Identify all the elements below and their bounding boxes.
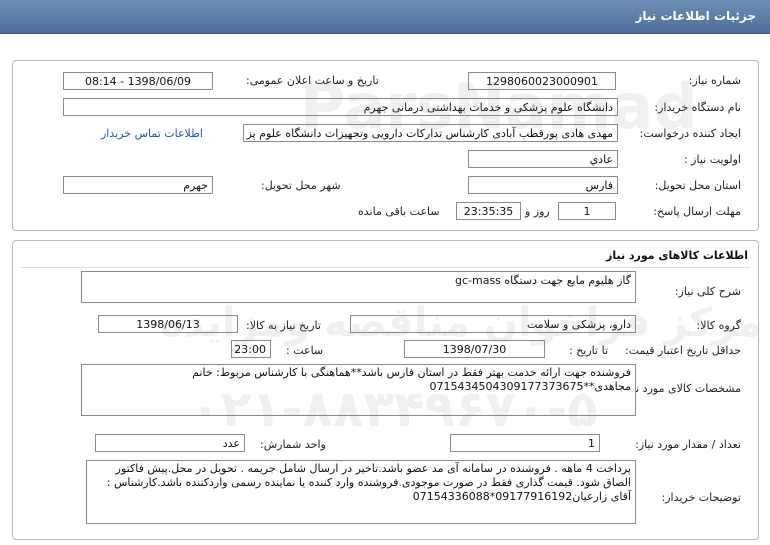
page-title: جزئیات اطلاعات نیاز (635, 9, 756, 23)
priority-field[interactable]: عادي (468, 150, 618, 168)
province-label: استان محل تحویل: (654, 179, 741, 192)
buyer-contact-link[interactable]: اطلاعات تماس خریدار (101, 127, 203, 140)
until-label: تا تاریخ : (569, 344, 608, 357)
title-bar: جزئیات اطلاعات نیاز (0, 0, 770, 34)
deadline-time-field[interactable]: 23:35:35 (456, 202, 521, 220)
desc-field[interactable]: گاز هلیوم مایع جهت دستگاه gc-mass (81, 271, 636, 303)
need-number-label: شماره نیاز: (688, 74, 741, 87)
announce-field[interactable]: 1398/06/09 - 08:14 (63, 72, 213, 90)
creator-label: ایجاد کننده درخواست: (639, 127, 741, 140)
validity-label: حداقل تاریخ اعتبار قیمت: (625, 344, 741, 357)
priority-label: اولویت نیاز : (683, 153, 741, 166)
notes-label: توضیحات خریدار: (661, 491, 742, 504)
need-date-label: تاریخ نیاز به کالا: (246, 319, 321, 332)
need-number-field[interactable]: 1298060023000901 (468, 72, 616, 90)
group-label: گروه کالا: (696, 319, 741, 332)
announce-label: تاریخ و ساعت اعلان عمومی: (246, 74, 379, 87)
city-label: شهر محل تحویل: (261, 179, 341, 192)
qty-label: تعداد / مقدار مورد نیاز: (635, 438, 741, 451)
desc-label: شرح کلی نیاز: (674, 285, 741, 298)
specs-field[interactable]: فروشنده جهت ارائه خدمت بهتر فقط در استان… (81, 364, 636, 416)
section-divider (21, 267, 750, 268)
buyer-label: نام دستگاه خریدار: (654, 101, 741, 114)
goods-panel: اطلاعات کالاهای مورد نیاز شرح کلی نیاز: … (12, 240, 759, 540)
days-and-label: روز و (525, 205, 550, 218)
notes-field[interactable]: پرداخت 4 ماهه . فروشنده در سامانه آی مد … (86, 460, 636, 524)
deadline-label: مهلت ارسال پاسخ: (653, 205, 741, 218)
need-date-field[interactable]: 1398/06/13 (98, 315, 238, 333)
province-field[interactable]: فارس (468, 176, 618, 194)
qty-field[interactable]: 1 (450, 434, 600, 452)
city-field[interactable]: جهرم (63, 176, 213, 194)
group-field[interactable]: دارو، پزشکی و سلامت (350, 315, 636, 333)
unit-label: واحد شمارش: (260, 438, 326, 451)
time-field[interactable]: 23:00 (231, 340, 271, 358)
time-label: ساعت : (286, 344, 324, 357)
need-info-panel: شماره نیاز: 1298060023000901 تاریخ و ساع… (12, 60, 759, 231)
unit-field[interactable]: عدد (95, 434, 245, 452)
specs-label: مشخصات کالای مورد نیاز: (620, 382, 741, 395)
goods-section-title: اطلاعات کالاهای مورد نیاز (606, 249, 748, 262)
creator-field[interactable]: مهدی هادی پورقطب آبادی کارشناس تدارکات د… (243, 124, 618, 142)
deadline-days-field[interactable]: 1 (558, 202, 616, 220)
until-date-field[interactable]: 1398/07/30 (404, 340, 545, 358)
remaining-label: ساعت باقی مانده (358, 205, 440, 218)
buyer-field[interactable]: دانشگاه علوم پزشکی و خدمات بهداشتی درمان… (63, 98, 618, 116)
